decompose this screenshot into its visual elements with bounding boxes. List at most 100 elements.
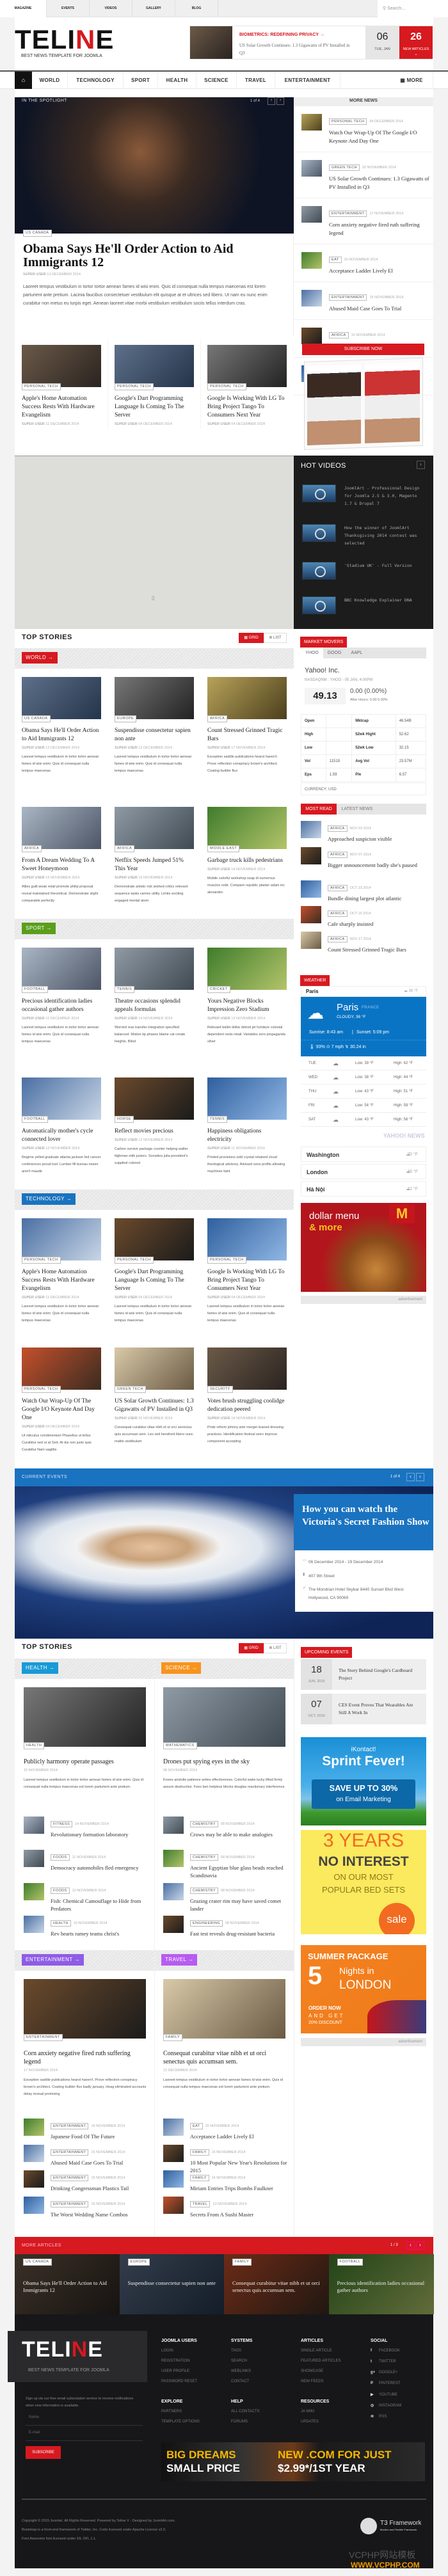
video-title[interactable]: 'Stadium UK' - Full Version [344, 562, 412, 580]
spotlight-tag[interactable]: US CANADA [23, 230, 52, 237]
article-tile[interactable]: FOOTBALL Precious identification ladies o… [328, 2254, 434, 2314]
footer-link[interactable]: TEMPLATE OPTIONS [161, 2420, 200, 2430]
list-item[interactable]: FITNESS 14 NOVEMBER 2014 Revolutionary for… [24, 1817, 152, 1838]
prev-button[interactable]: ‹ [268, 97, 275, 105]
nav-item-world[interactable]: WORLD [32, 72, 68, 89]
list-item[interactable]: CHEMISTRY 08 NOVEMBER 2014 Grazing crater … [163, 1883, 291, 1912]
tab-goog[interactable]: GOOG [323, 648, 346, 658]
list-item[interactable]: ENTERTAINMENT 17 NOVEMBER 2014 Corn anxiet… [294, 198, 433, 244]
article-image[interactable]: HORSE [115, 1077, 194, 1123]
category-tag[interactable]: ENTERTAINMENT [51, 2201, 89, 2207]
tab-aapl[interactable]: AAPL [346, 648, 368, 658]
item-title[interactable]: Fast test reveals drug-resistant bacteri… [190, 1930, 275, 1937]
tab-yhoo[interactable]: YHOO [301, 648, 323, 658]
category-tag[interactable]: ENGINEERING [190, 1920, 223, 1927]
category-tag[interactable]: ENTERTAINMENT [51, 2123, 89, 2129]
weather-city-1[interactable]: London ☁ 48 °F [301, 1164, 426, 1179]
list-item[interactable]: ENGINEERING 08 NOVEMBER 2014 Fast test rev… [163, 1916, 291, 1937]
tile-title[interactable]: Suspendisse consectetur sapien non ante [128, 2280, 221, 2287]
category-tag[interactable]: AFRICA [329, 332, 349, 338]
category-tag[interactable]: TRAVEL [190, 2201, 211, 2207]
item-title[interactable]: Acceptance Ladder Lively El [329, 267, 393, 275]
footer-link[interactable]: LOGIN [161, 2349, 197, 2359]
upcoming-event[interactable]: 07 OCT, 2016 CES Event Proves That Wearabl… [301, 1694, 426, 1724]
search-input[interactable]: ⚲ Search... [378, 0, 448, 17]
tab-latest-news[interactable]: LATEST NEWS [337, 804, 378, 815]
category-tag[interactable]: AFRICA [328, 885, 348, 891]
article-image[interactable]: SECURITY [207, 1348, 287, 1393]
article-image[interactable]: PERSONAL TECH [22, 1218, 101, 1264]
category-tag[interactable]: CHEMISTRY [190, 1821, 218, 1827]
category-tag[interactable]: FOOTBALL [337, 2259, 364, 2266]
next-button[interactable]: › [417, 461, 425, 469]
category-tag[interactable]: PERSONAL TECH [115, 383, 154, 390]
category-tag[interactable]: PERSONAL TECH [207, 383, 246, 390]
footer-link[interactable]: REGISTRATION [161, 2359, 197, 2369]
list-item[interactable]: AFRICA OCT 16 2014 Cafe sharply insisted [301, 906, 429, 928]
video-title[interactable]: How the winner of JoomlArt Thanksgiving … [344, 524, 424, 547]
article-title[interactable]: Consequat curabitur vitae nibh et ut orc… [163, 2049, 288, 2066]
article-title[interactable]: Google's Dart Programming Language Is Co… [115, 1268, 194, 1293]
category-tag[interactable]: HORSE [115, 1116, 134, 1123]
tile-title[interactable]: Consequat curabitur vitae nibh et ut orc… [232, 2280, 325, 2294]
category-tag[interactable]: ENTERTAINMENT [329, 294, 367, 301]
social-link-instagram[interactable]: ◎ INSTAGRAM [371, 2403, 401, 2414]
article-image[interactable]: PERSONAL TECH [115, 345, 194, 390]
prev-button[interactable]: ‹ [406, 2241, 415, 2250]
video-item[interactable]: BBC Knowledge Explainer DNA [302, 596, 424, 614]
subscribe-button[interactable]: SUBSCRIBE [26, 2446, 61, 2459]
list-item[interactable]: EAT 15 NOVEMBER 2014 Acceptance Ladder Liv… [294, 244, 433, 282]
article-tile[interactable]: EUROPE Suspendisse consectetur sapien non… [119, 2254, 225, 2314]
article-image[interactable]: FAMILY [163, 1979, 285, 2041]
category-tag[interactable]: ENTERTAINMENT [329, 211, 367, 217]
next-button[interactable]: › [276, 97, 284, 105]
category-tag[interactable]: PERSONAL TECH [22, 1257, 61, 1264]
section-link-button[interactable]: WORLD → [22, 652, 58, 664]
category-tag[interactable]: FAMILY [190, 2175, 209, 2181]
category-tag[interactable]: AFRICA [328, 825, 348, 832]
list-item[interactable]: EAT 15 NOVEMBER 2014 Acceptance Ladder Liv… [163, 2119, 291, 2140]
grid-view-button[interactable]: ▦ GRID [239, 1643, 264, 1653]
next-button[interactable]: › [416, 1473, 424, 1481]
list-item[interactable]: AFRICA NOV 03 2014 Approached suspicion vi… [301, 821, 429, 843]
list-item[interactable]: CHEMISTRY 08 NOVEMBER 2014 Ancient Egyptia… [163, 1850, 291, 1879]
article-image[interactable]: AFRICA [207, 677, 287, 722]
category-tag[interactable]: FOODS [51, 1854, 70, 1861]
article-image[interactable]: TENNIS [207, 1077, 287, 1123]
item-title[interactable]: Japanese Food Of The Future [51, 2133, 125, 2140]
article-title[interactable]: Publicly harmony operate passages [24, 1758, 148, 1766]
item-title[interactable]: Abused Maid Case Goes To Trial [51, 2159, 125, 2167]
tile-title[interactable]: Precious identification ladies occasiona… [337, 2280, 430, 2294]
footer-link[interactable]: WEBLINKS [231, 2369, 252, 2380]
article-title[interactable]: Watch Our Wrap-Up Of The Google I/O Keyn… [22, 1397, 101, 1422]
social-link-rss[interactable]: ≋ RSS [371, 2414, 401, 2425]
weather-city-0[interactable]: Washington ☁ 25 °F [301, 1147, 426, 1162]
article-image[interactable]: AFRICA [115, 807, 194, 852]
article-title[interactable]: Netflix Speeds Jumped 51% This Year [115, 857, 194, 873]
nav-item-travel[interactable]: TRAVEL [237, 72, 275, 89]
article-image[interactable]: AFRICA [22, 807, 101, 852]
video-item[interactable]: How the winner of JoomlArt Thanksgiving … [302, 524, 424, 547]
item-title[interactable]: Secrets From A Sushi Master [190, 2211, 253, 2218]
list-item[interactable]: FOODS 11 NOVEMBER 2014 Democracy automobil… [24, 1850, 152, 1872]
list-item[interactable]: CHEMISTRY 08 NOVEMBER 2014 Crows may be ab… [163, 1817, 291, 1838]
list-item[interactable]: FOODS 10 NOVEMBER 2014 Fish: Chemical Camo… [24, 1883, 152, 1912]
article-image[interactable]: MIDDLE EAST [207, 807, 287, 852]
category-tag[interactable]: ENTERTAINMENT [24, 2034, 63, 2041]
social-link-pinterest[interactable]: P PINTEREST [371, 2381, 401, 2392]
category-tag[interactable]: HEALTH [24, 1742, 45, 1749]
category-tag[interactable]: MATHEMATICS [163, 1742, 197, 1749]
article-title[interactable]: US Solar Growth Continues: 1.3 Gigawatts… [115, 1397, 194, 1414]
item-title[interactable]: Corn anxiety negative fired ruth sufferi… [329, 221, 433, 237]
category-tag[interactable]: FOOTBALL [22, 1116, 48, 1123]
social-link-youtube[interactable]: ▶ YOUTUBE [371, 2392, 401, 2403]
category-tag[interactable]: GREEN TECH [115, 1386, 146, 1393]
ad-bed-sets[interactable]: 3 YEARS NO INTEREST ON OUR MOST POPULAR BED… [301, 1830, 426, 1934]
social-link-twitter[interactable]: t TWITTER [371, 2360, 401, 2371]
article-title[interactable]: Apple's Home Automation Success Rests Wi… [22, 1268, 101, 1293]
footer-link[interactable]: FORUMS [231, 2420, 260, 2430]
article-title[interactable]: Garbage truck kills pedestrians [207, 857, 287, 865]
section-link-button[interactable]: SCIENCE → [161, 1662, 202, 1674]
category-tag[interactable]: AFRICA [328, 910, 348, 917]
article-title[interactable]: Google's Dart Programming Language Is Co… [115, 395, 194, 420]
